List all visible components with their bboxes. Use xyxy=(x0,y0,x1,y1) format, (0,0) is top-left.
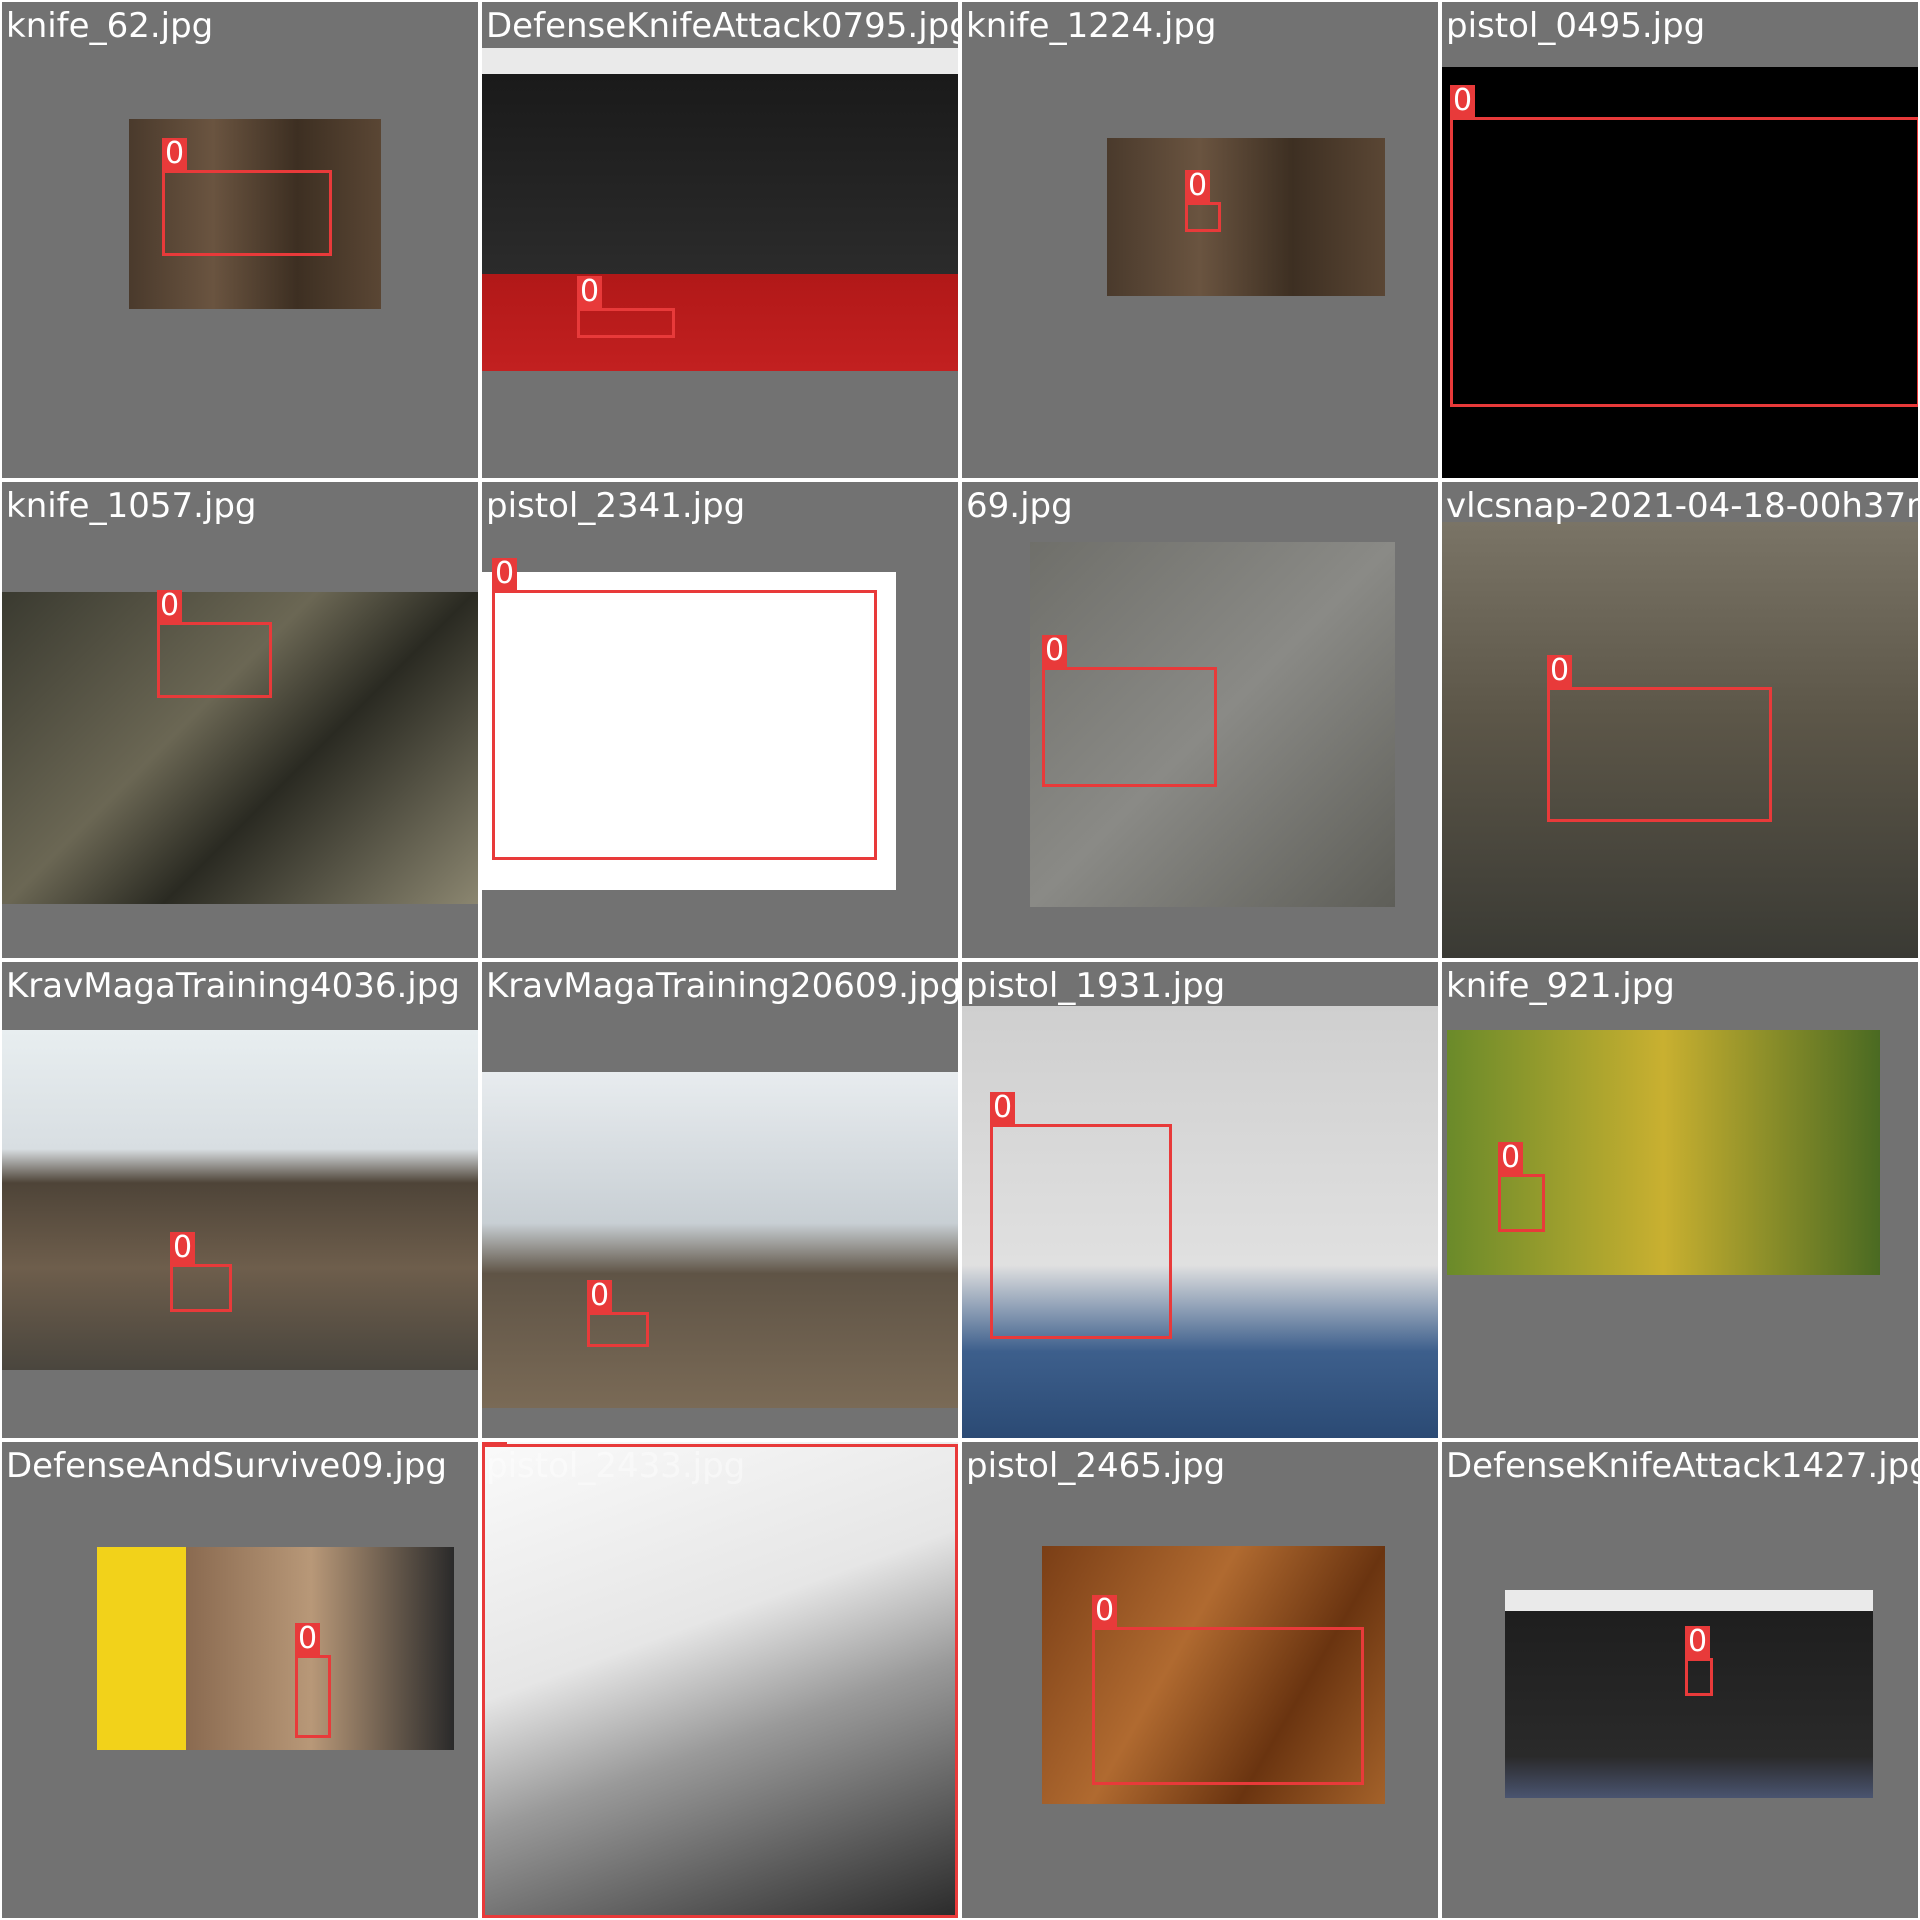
bounding-box xyxy=(157,622,272,698)
filename-label: KravMagaTraining4036.jpg xyxy=(6,966,460,1006)
filename-label: knife_1057.jpg xyxy=(6,486,257,526)
filename-label: pistol_1931.jpg xyxy=(966,966,1226,1006)
tile-pistol-1931[interactable]: 0 pistol_1931.jpg xyxy=(962,962,1438,1438)
tile-image xyxy=(2,1030,478,1370)
tile-image xyxy=(482,1072,958,1408)
bounding-box xyxy=(492,590,877,860)
bounding-box xyxy=(1450,117,1918,407)
bounding-box xyxy=(1092,1627,1364,1785)
tile-pistol-2433[interactable]: 0 pistol_2433.jpg xyxy=(482,1442,958,1918)
bounding-box xyxy=(1547,687,1772,822)
class-label: 0 xyxy=(1450,85,1476,117)
filename-label: knife_62.jpg xyxy=(6,6,214,46)
tile-pistol-2341[interactable]: 0 pistol_2341.jpg xyxy=(482,482,958,958)
tile-knife-1057[interactable]: 0 knife_1057.jpg xyxy=(2,482,478,958)
tile-69[interactable]: 0 69.jpg xyxy=(962,482,1438,958)
class-label: 0 xyxy=(1092,1595,1118,1627)
filename-label: pistol_2341.jpg xyxy=(486,486,746,526)
filename-label: pistol_2433.jpg xyxy=(486,1446,746,1486)
filename-label: knife_921.jpg xyxy=(1446,966,1675,1006)
filename-label: pistol_0495.jpg xyxy=(1446,6,1706,46)
tile-knife-921[interactable]: 0 knife_921.jpg xyxy=(1442,962,1918,1438)
bounding-box xyxy=(1685,1658,1713,1696)
bounding-box xyxy=(162,170,332,256)
bounding-box xyxy=(482,1444,958,1918)
filename-label: DefenseAndSurvive09.jpg xyxy=(6,1446,447,1486)
bounding-box xyxy=(1185,202,1221,232)
filename-label: KravMagaTraining20609.jpg xyxy=(486,966,958,1006)
filename-label: 69.jpg xyxy=(966,486,1073,526)
tile-image xyxy=(482,48,958,371)
tile-vlcsnap[interactable]: 0 vlcsnap-2021-04-18-00h37m xyxy=(1442,482,1918,958)
bounding-box xyxy=(1042,667,1217,787)
tile-defenseknifeattack0795[interactable]: 0 DefenseKnifeAttack0795.jpg xyxy=(482,2,958,478)
filename-label: pistol_2465.jpg xyxy=(966,1446,1226,1486)
tile-defenseknifeattack1427[interactable]: 0 DefenseKnifeAttack1427.jpg xyxy=(1442,1442,1918,1918)
class-label: 0 xyxy=(1042,635,1068,667)
filename-label: knife_1224.jpg xyxy=(966,6,1217,46)
class-label: 0 xyxy=(295,1623,321,1655)
class-label: 0 xyxy=(1547,655,1573,687)
class-label: 0 xyxy=(1498,1142,1524,1174)
bounding-box xyxy=(990,1124,1172,1339)
filename-label: DefenseKnifeAttack1427.jpg xyxy=(1446,1446,1918,1486)
tile-kravmagatraining20609[interactable]: 0 KravMagaTraining20609.jpg xyxy=(482,962,958,1438)
class-label: 0 xyxy=(587,1280,613,1312)
bounding-box xyxy=(170,1264,232,1312)
class-label: 0 xyxy=(1685,1626,1711,1658)
tile-image xyxy=(1107,138,1385,296)
tile-pistol-0495[interactable]: 0 pistol_0495.jpg xyxy=(1442,2,1918,478)
class-label: 0 xyxy=(577,276,603,308)
bounding-box xyxy=(295,1655,331,1738)
class-label: 0 xyxy=(1185,170,1211,202)
tile-kravmagatraining4036[interactable]: 0 KravMagaTraining4036.jpg xyxy=(2,962,478,1438)
tile-image xyxy=(97,1547,454,1750)
bounding-box xyxy=(577,308,675,338)
tile-knife-62[interactable]: 0 knife_62.jpg xyxy=(2,2,478,478)
class-label: 0 xyxy=(990,1092,1016,1124)
class-label: 0 xyxy=(492,558,518,590)
class-label: 0 xyxy=(170,1232,196,1264)
tile-defenseandsurvive09[interactable]: 0 DefenseAndSurvive09.jpg xyxy=(2,1442,478,1918)
bounding-box xyxy=(1498,1174,1545,1232)
filename-label: vlcsnap-2021-04-18-00h37m xyxy=(1446,486,1918,526)
class-label: 0 xyxy=(162,138,188,170)
tile-pistol-2465[interactable]: 0 pistol_2465.jpg xyxy=(962,1442,1438,1918)
class-label: 0 xyxy=(157,590,183,622)
filename-label: DefenseKnifeAttack0795.jpg xyxy=(486,6,958,46)
bounding-box xyxy=(587,1312,649,1347)
mosaic-grid: 0 knife_62.jpg 0 DefenseKnifeAttack0795.… xyxy=(0,0,1920,1920)
tile-knife-1224[interactable]: 0 knife_1224.jpg xyxy=(962,2,1438,478)
class-label: 0 xyxy=(482,1442,508,1444)
